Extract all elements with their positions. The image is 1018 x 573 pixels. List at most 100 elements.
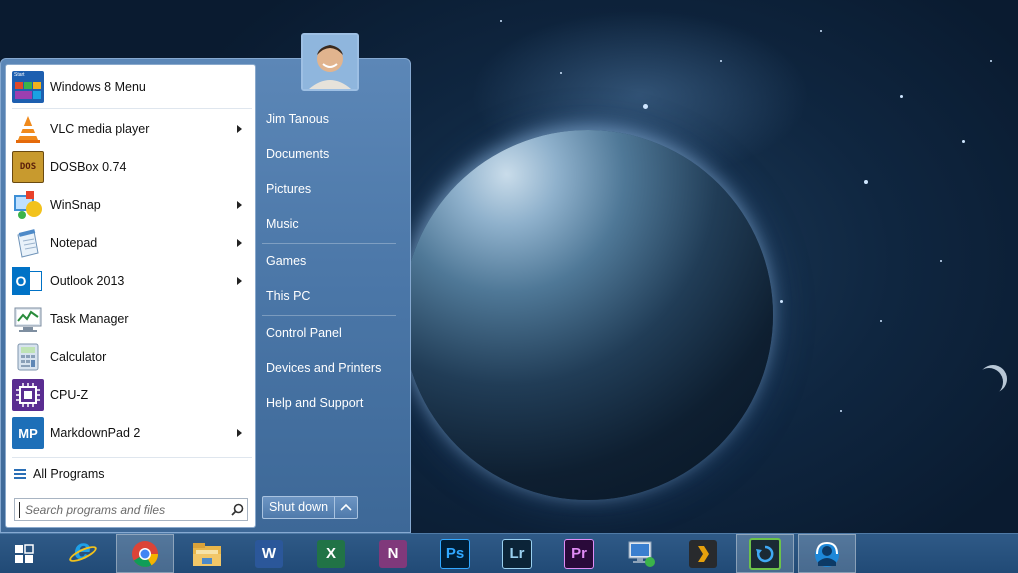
word-icon: W [255,539,283,568]
shutdown-button[interactable]: Shut down [262,496,358,519]
divider [262,315,396,316]
chevron-up-icon [340,503,352,511]
excel-icon: X [317,539,345,568]
taskbar-plex[interactable] [674,534,732,573]
taskbar-photoshop[interactable]: Ps [426,534,484,573]
star [990,60,992,62]
submenu-arrow-icon[interactable] [237,201,242,209]
shutdown-options-button[interactable] [335,497,357,518]
outlook-icon: O [12,265,44,297]
right-item-devices-printers[interactable]: Devices and Printers [266,361,381,375]
list-icon [14,469,26,479]
lightroom-icon: Lr [502,538,532,569]
pinned-programs-pane: Start Windows 8 Menu VLC media player DO… [5,64,256,528]
star [643,104,648,109]
right-item-documents[interactable]: Documents [266,147,329,161]
taskbar-teamspeak[interactable] [798,534,856,573]
program-label: VLC media player [50,122,150,136]
submenu-arrow-icon[interactable] [237,125,242,133]
star [940,260,942,262]
program-label: MarkdownPad 2 [50,426,141,440]
photoshop-icon: Ps [440,538,470,569]
right-item-this-pc[interactable]: This PC [266,289,310,303]
vlc-icon [12,113,44,145]
program-label: Outlook 2013 [50,274,125,288]
right-item-pictures[interactable]: Pictures [266,182,311,196]
right-item-control-panel[interactable]: Control Panel [266,326,342,340]
taskbar-sync-app[interactable] [736,534,794,573]
program-label: Calculator [50,350,107,364]
submenu-arrow-icon[interactable] [237,239,242,247]
taskbar-file-explorer[interactable] [178,534,236,573]
program-cpuz[interactable]: CPU-Z [6,376,255,414]
star [820,30,822,32]
windows-start-icon [15,543,34,563]
program-notepad[interactable]: Notepad [6,224,255,262]
right-item-user[interactable]: Jim Tanous [266,112,329,126]
dosbox-icon: DOS [12,151,44,183]
folder-icon [193,542,221,566]
star [880,320,882,322]
ie-icon: e [67,533,99,569]
search-icon[interactable] [227,500,247,520]
cpuz-icon [12,379,44,411]
all-programs-label: All Programs [33,467,105,481]
right-item-help-support[interactable]: Help and Support [266,396,363,410]
chrome-icon [132,540,158,567]
submenu-arrow-icon[interactable] [237,429,242,437]
program-task-manager[interactable]: Task Manager [6,300,255,338]
start-button[interactable] [0,534,48,573]
plex-icon [689,539,717,568]
markdownpad-icon: MP [12,417,44,449]
taskbar-premiere[interactable]: Pr [550,534,608,573]
task-manager-icon [12,303,44,335]
taskbar-word[interactable]: W [240,534,298,573]
program-label: Task Manager [50,312,129,326]
program-vlc[interactable]: VLC media player [6,110,255,148]
program-label: WinSnap [50,198,101,212]
star [780,300,783,303]
notepad-icon [12,227,44,259]
taskbar-ie[interactable]: e [54,533,112,573]
shutdown-label[interactable]: Shut down [263,497,335,518]
program-winsnap[interactable]: WinSnap [6,186,255,224]
program-label: DOSBox 0.74 [50,160,127,174]
winsnap-icon [12,189,44,221]
program-label: CPU-Z [50,388,89,402]
search-input[interactable] [19,501,227,518]
program-markdownpad[interactable]: MP MarkdownPad 2 [6,414,255,452]
crescent-moon-graphic [975,368,1003,396]
user-avatar[interactable] [301,33,359,91]
windows8-menu-icon: Start [12,71,44,103]
star [900,95,903,98]
program-dosbox[interactable]: DOS DOSBox 0.74 [6,148,255,186]
divider [12,457,252,458]
program-label: Windows 8 Menu [50,80,146,94]
taskbar-remote-desktop[interactable] [612,534,670,573]
remote-desktop-icon [628,541,655,567]
taskbar-lightroom[interactable]: Lr [488,534,546,573]
right-item-music[interactable]: Music [266,217,299,231]
taskbar-chrome[interactable] [116,534,174,573]
sync-icon [749,537,781,570]
divider [12,108,252,109]
calculator-icon [12,341,44,373]
right-item-games[interactable]: Games [266,254,306,268]
onenote-icon: N [379,539,407,568]
star [720,60,722,62]
search-box[interactable] [14,498,248,521]
program-outlook[interactable]: O Outlook 2013 [6,262,255,300]
taskbar-onenote[interactable]: N [364,534,422,573]
star [864,180,868,184]
submenu-arrow-icon[interactable] [237,277,242,285]
star [840,410,842,412]
program-label: Notepad [50,236,98,250]
star [500,20,502,22]
teamspeak-icon [815,541,839,567]
all-programs-button[interactable]: All Programs [14,467,105,481]
divider [262,243,396,244]
taskbar-excel[interactable]: X [302,534,360,573]
program-windows8-menu[interactable]: Start Windows 8 Menu [6,68,255,106]
planet-graphic [403,130,773,500]
program-calculator[interactable]: Calculator [6,338,255,376]
